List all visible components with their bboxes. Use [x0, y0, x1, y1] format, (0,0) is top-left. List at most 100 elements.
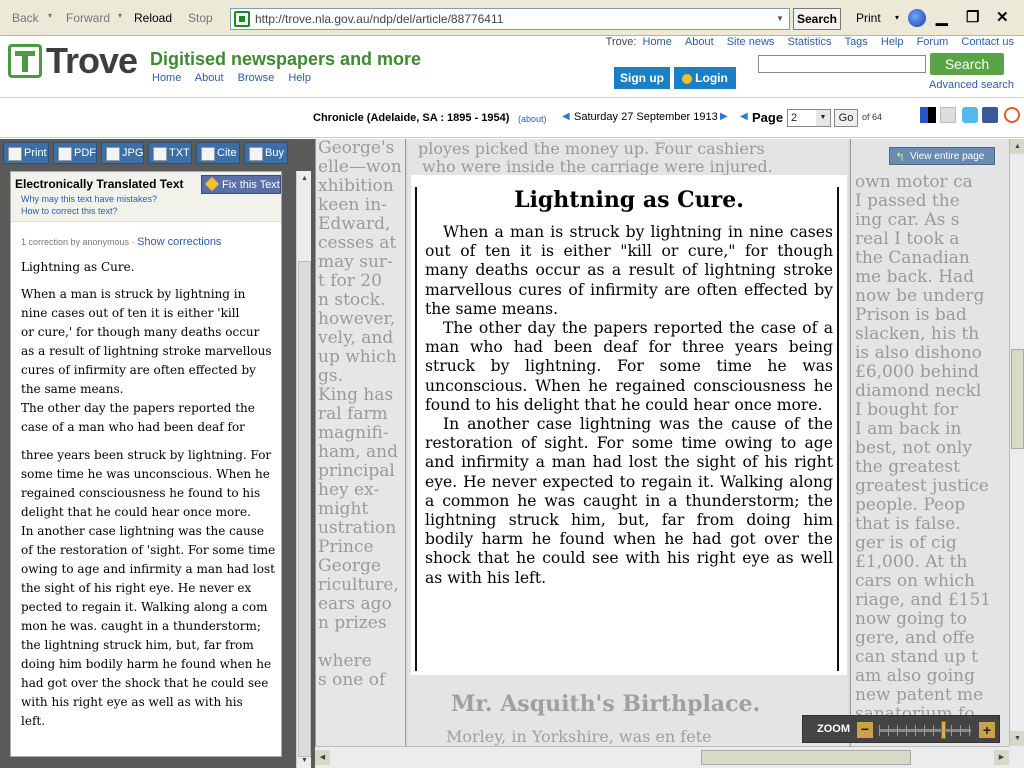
back-button[interactable]: Back — [12, 11, 39, 25]
minimize-icon[interactable]: ▁ — [936, 8, 948, 26]
ocr-text[interactable]: Lightning as Cure. When a man is struck … — [21, 258, 279, 731]
how-to-correct-link[interactable]: How to correct this text? — [21, 206, 118, 216]
zoom-in-button[interactable]: + — [979, 722, 995, 738]
site-search-input[interactable] — [758, 55, 926, 73]
address-dropdown-icon[interactable]: ▼ — [773, 11, 787, 27]
issue-date[interactable]: Saturday 27 September 1913 — [574, 111, 718, 123]
viewer-scroll-left-icon[interactable]: ◀ — [315, 750, 330, 765]
buy-button[interactable]: Buy — [244, 142, 288, 164]
ocr-line: delight that he could hear once more. — [21, 505, 251, 519]
viewer-scroll-down-icon[interactable]: ▼ — [1010, 731, 1024, 746]
restore-icon[interactable]: ❐ — [966, 8, 979, 26]
nav-home[interactable]: Home — [152, 72, 181, 84]
zoom-slider-handle[interactable] — [940, 721, 946, 739]
viewer-scroll-right-icon[interactable]: ▶ — [994, 750, 1009, 765]
site-search-button[interactable]: Search — [930, 53, 1004, 75]
viewer-scroll-up-icon[interactable]: ▲ — [1010, 139, 1024, 154]
scroll-thumb[interactable] — [298, 261, 311, 757]
advanced-search-link[interactable]: Advanced search — [929, 79, 1014, 91]
twitter-icon[interactable] — [962, 107, 978, 123]
ocr-block-a: When a man is struck by lightning in nine… — [21, 285, 279, 437]
top-link-contact[interactable]: Contact us — [961, 36, 1014, 48]
facebook-icon[interactable] — [982, 107, 998, 123]
viewer-horizontal-thumb[interactable] — [701, 750, 911, 765]
jpg-button[interactable]: JPG — [101, 142, 144, 164]
forward-button[interactable]: Forward — [66, 11, 110, 25]
article-frame: Lightning as Cure. When a man is struck … — [415, 187, 839, 671]
nav-help[interactable]: Help — [288, 72, 311, 84]
go-button[interactable]: Go — [834, 109, 858, 127]
cite-button[interactable]: Cite — [196, 142, 240, 164]
correction-info: 1 correction by anonymous · Show correct… — [21, 236, 222, 248]
close-icon[interactable]: ✕ — [996, 8, 1009, 26]
faded-text-right: own motor ca I passed the ing car. As s … — [855, 172, 992, 724]
browser-globe-icon[interactable] — [908, 9, 926, 27]
viewer-vertical-thumb[interactable] — [1011, 349, 1024, 449]
ocr-text-header: Electronically Translated Text Why may t… — [11, 172, 281, 222]
top-link-forum[interactable]: Forum — [917, 36, 949, 48]
ocr-title: Electronically Translated Text — [15, 177, 184, 191]
print-article-button[interactable]: Print — [3, 142, 49, 164]
digg-icon[interactable] — [940, 107, 956, 123]
top-link-home[interactable]: Home — [643, 36, 672, 48]
previous-page-icon[interactable]: ◀ — [740, 111, 748, 122]
top-link-tags[interactable]: Tags — [845, 36, 868, 48]
address-bar[interactable]: http://trove.nla.gov.au/ndp/del/article/… — [230, 8, 790, 30]
tagline: Digitised newspapers and more — [150, 49, 422, 69]
view-entire-page-button[interactable]: View entire page — [889, 147, 995, 166]
trove-logo-icon[interactable] — [8, 44, 42, 78]
newspaper-viewer[interactable]: George's elle—won xhibition keen in- Edw… — [315, 139, 1009, 746]
above-line-2: who were inside the carriage were injure… — [422, 157, 773, 176]
article-paragraph: In another case lightning was the cause … — [425, 415, 833, 587]
forward-dropdown-icon[interactable]: ▾ — [118, 11, 122, 20]
scroll-down-icon[interactable]: ▼ — [297, 753, 312, 768]
article-title-bar: Chronicle (Adelaide, SA : 1895 - 1954) (… — [0, 98, 1024, 138]
page-select-arrow-icon[interactable]: ▼ — [816, 110, 830, 126]
back-dropdown-icon[interactable]: ▾ — [48, 11, 52, 20]
above-line-1: ployes picked the money up. Four cashier… — [418, 139, 765, 158]
txt-button[interactable]: TXT — [148, 142, 192, 164]
why-mistakes-link[interactable]: Why may this text have mistakes? — [21, 194, 157, 204]
ocr-line: mon he was. caught in a thunderstorm; — [21, 619, 261, 633]
main-nav: Home About Browse Help — [152, 72, 322, 84]
login-button[interactable]: Login — [674, 67, 736, 89]
page-select[interactable]: 2 ▼ — [787, 109, 831, 127]
print-button[interactable]: Print — [856, 11, 881, 25]
delicious-icon[interactable] — [920, 107, 936, 123]
print-dropdown-icon[interactable]: ▾ — [895, 13, 899, 22]
reload-button[interactable]: Reload — [134, 11, 172, 25]
show-corrections-link[interactable]: Show corrections — [137, 236, 221, 248]
ocr-line: doing him bodily harm he found when he — [21, 657, 272, 671]
site-header: Trove Digitised newspapers and more Home… — [0, 36, 1024, 98]
article-paragraph: The other day the papers reported the ca… — [425, 319, 833, 414]
viewer-horizontal-scrollbar[interactable]: ◀ ▶ — [315, 746, 1009, 768]
user-icon — [682, 73, 693, 84]
top-link-about[interactable]: About — [685, 36, 714, 48]
publication-title[interactable]: Chronicle (Adelaide, SA : 1895 - 1954) — [313, 112, 509, 124]
fix-text-button[interactable]: Fix this Text — [201, 175, 281, 194]
viewer-vertical-scrollbar[interactable]: ▲ ▼ — [1009, 139, 1024, 746]
nav-browse[interactable]: Browse — [238, 72, 275, 84]
page-select-value: 2 — [791, 112, 798, 124]
browser-search-button[interactable]: Search — [793, 8, 841, 30]
stop-button[interactable]: Stop — [188, 11, 213, 25]
reddit-icon[interactable] — [1004, 107, 1020, 123]
trove-logo[interactable]: Trove — [46, 40, 138, 82]
top-link-statistics[interactable]: Statistics — [787, 36, 831, 48]
page-count: of 64 — [862, 112, 883, 122]
ocr-line: some time he was unconscious. When he — [21, 467, 270, 481]
nav-about[interactable]: About — [195, 72, 224, 84]
scroll-up-icon[interactable]: ▲ — [297, 171, 312, 186]
newspaper-column-right: own motor ca I passed the ing car. As s … — [850, 139, 1009, 746]
top-link-help[interactable]: Help — [881, 36, 904, 48]
text-panel-scrollbar[interactable]: ▲ ▼ — [296, 171, 311, 768]
previous-issue-icon[interactable]: ◀ — [562, 111, 570, 122]
zoom-out-button[interactable]: − — [857, 722, 873, 738]
pdf-button[interactable]: PDF — [53, 142, 97, 164]
publication-about-link[interactable]: (about) — [518, 114, 547, 124]
top-link-site-news[interactable]: Site news — [727, 36, 775, 48]
next-article-heading: Mr. Asquith's Birthplace. — [451, 691, 761, 717]
next-issue-icon[interactable]: ▶ — [720, 111, 728, 122]
signup-button[interactable]: Sign up — [614, 67, 670, 89]
correction-count: 1 correction by anonymous — [21, 237, 130, 247]
